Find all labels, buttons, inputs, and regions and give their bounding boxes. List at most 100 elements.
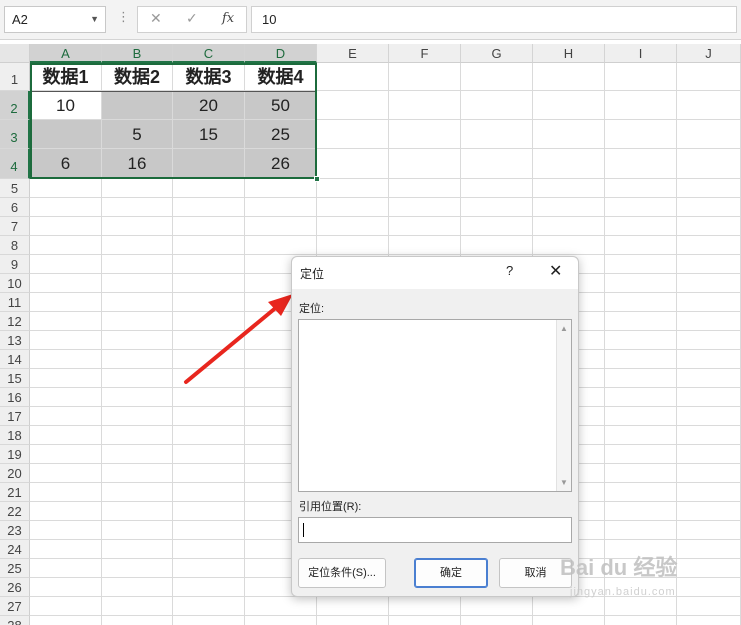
cell-c20[interactable] xyxy=(173,464,245,483)
cell-c28[interactable] xyxy=(173,616,245,625)
cell-b21[interactable] xyxy=(102,483,173,502)
cell-j3[interactable] xyxy=(677,120,741,149)
cell-i23[interactable] xyxy=(605,521,677,540)
cell-b25[interactable] xyxy=(102,559,173,578)
ok-button[interactable]: 确定 xyxy=(414,558,488,588)
chevron-down-icon[interactable]: ▼ xyxy=(90,7,99,32)
column-header-j[interactable]: J xyxy=(677,44,741,63)
cell-a8[interactable] xyxy=(30,236,102,255)
row-header-21[interactable]: 21 xyxy=(0,483,30,502)
cell-c4[interactable] xyxy=(173,149,245,179)
cell-d3[interactable]: 25 xyxy=(245,120,317,149)
cell-j1[interactable] xyxy=(677,63,741,91)
cell-c24[interactable] xyxy=(173,540,245,559)
column-header-i[interactable]: I xyxy=(605,44,677,63)
cell-b11[interactable] xyxy=(102,293,173,312)
cell-a16[interactable] xyxy=(30,388,102,407)
cell-i8[interactable] xyxy=(605,236,677,255)
cell-e3[interactable] xyxy=(317,120,389,149)
cell-g5[interactable] xyxy=(461,179,533,198)
cell-f5[interactable] xyxy=(389,179,461,198)
cell-d28[interactable] xyxy=(245,616,317,625)
cell-c10[interactable] xyxy=(173,274,245,293)
cell-i7[interactable] xyxy=(605,217,677,236)
column-header-f[interactable]: F xyxy=(389,44,461,63)
cell-g2[interactable] xyxy=(461,91,533,120)
row-header-23[interactable]: 23 xyxy=(0,521,30,540)
cell-a21[interactable] xyxy=(30,483,102,502)
cell-c16[interactable] xyxy=(173,388,245,407)
cell-i14[interactable] xyxy=(605,350,677,369)
cell-b24[interactable] xyxy=(102,540,173,559)
cell-a2[interactable]: 10 xyxy=(30,91,102,120)
cell-a11[interactable] xyxy=(30,293,102,312)
cell-b2[interactable] xyxy=(102,91,173,120)
cell-c14[interactable] xyxy=(173,350,245,369)
cell-j18[interactable] xyxy=(677,426,741,445)
cell-e5[interactable] xyxy=(317,179,389,198)
cell-e1[interactable] xyxy=(317,63,389,91)
cell-b9[interactable] xyxy=(102,255,173,274)
cell-b16[interactable] xyxy=(102,388,173,407)
cell-j5[interactable] xyxy=(677,179,741,198)
cell-j9[interactable] xyxy=(677,255,741,274)
cell-i18[interactable] xyxy=(605,426,677,445)
cell-b14[interactable] xyxy=(102,350,173,369)
cell-a4[interactable]: 6 xyxy=(30,149,102,179)
cell-a20[interactable] xyxy=(30,464,102,483)
scrollbar[interactable]: ▲ ▼ xyxy=(556,320,571,491)
cell-f7[interactable] xyxy=(389,217,461,236)
fill-handle[interactable] xyxy=(314,176,320,182)
cell-b20[interactable] xyxy=(102,464,173,483)
cell-g8[interactable] xyxy=(461,236,533,255)
cell-d2[interactable]: 50 xyxy=(245,91,317,120)
cell-c18[interactable] xyxy=(173,426,245,445)
column-header-d[interactable]: D xyxy=(245,44,317,63)
cell-g4[interactable] xyxy=(461,149,533,179)
column-header-h[interactable]: H xyxy=(533,44,605,63)
row-header-6[interactable]: 6 xyxy=(0,198,30,217)
cell-i27[interactable] xyxy=(605,597,677,616)
column-header-g[interactable]: G xyxy=(461,44,533,63)
cell-b17[interactable] xyxy=(102,407,173,426)
cell-b13[interactable] xyxy=(102,331,173,350)
cell-a9[interactable] xyxy=(30,255,102,274)
cell-d27[interactable] xyxy=(245,597,317,616)
row-header-2[interactable]: 2 xyxy=(0,91,30,120)
cell-a28[interactable] xyxy=(30,616,102,625)
cell-a10[interactable] xyxy=(30,274,102,293)
row-header-7[interactable]: 7 xyxy=(0,217,30,236)
cell-f4[interactable] xyxy=(389,149,461,179)
cell-i2[interactable] xyxy=(605,91,677,120)
cell-h6[interactable] xyxy=(533,198,605,217)
cell-j8[interactable] xyxy=(677,236,741,255)
goto-list[interactable]: ▲ ▼ xyxy=(298,319,572,492)
cell-i17[interactable] xyxy=(605,407,677,426)
cell-f28[interactable] xyxy=(389,616,461,625)
formula-input[interactable]: 10 xyxy=(251,6,737,33)
column-header-b[interactable]: B xyxy=(102,44,173,63)
row-header-18[interactable]: 18 xyxy=(0,426,30,445)
cell-g1[interactable] xyxy=(461,63,533,91)
row-header-10[interactable]: 10 xyxy=(0,274,30,293)
cell-b4[interactable]: 16 xyxy=(102,149,173,179)
cell-j25[interactable] xyxy=(677,559,741,578)
cell-j2[interactable] xyxy=(677,91,741,120)
scroll-down-icon[interactable]: ▼ xyxy=(560,478,568,487)
cell-e2[interactable] xyxy=(317,91,389,120)
cell-i20[interactable] xyxy=(605,464,677,483)
cell-j13[interactable] xyxy=(677,331,741,350)
cell-f27[interactable] xyxy=(389,597,461,616)
row-header-28[interactable]: 28 xyxy=(0,616,30,625)
row-header-3[interactable]: 3 xyxy=(0,120,30,149)
cell-b6[interactable] xyxy=(102,198,173,217)
cell-j15[interactable] xyxy=(677,369,741,388)
help-icon[interactable]: ? xyxy=(506,263,513,278)
cell-d1[interactable]: 数据4 xyxy=(245,63,317,91)
cell-e6[interactable] xyxy=(317,198,389,217)
cell-i15[interactable] xyxy=(605,369,677,388)
cell-a15[interactable] xyxy=(30,369,102,388)
cell-j14[interactable] xyxy=(677,350,741,369)
cell-c3[interactable]: 15 xyxy=(173,120,245,149)
cell-b26[interactable] xyxy=(102,578,173,597)
